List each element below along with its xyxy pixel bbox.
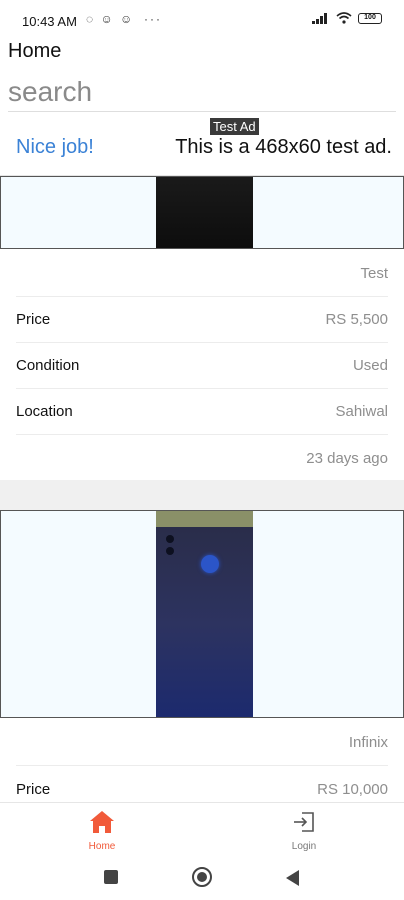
condition-value: Used xyxy=(352,357,388,374)
location-label: Location xyxy=(16,403,73,420)
system-navigation-bar xyxy=(0,858,404,900)
home-icon xyxy=(90,811,114,833)
ad-badge: Test Ad xyxy=(210,118,259,135)
page-title: Home xyxy=(8,40,62,62)
listing-condition-row: Condition Used xyxy=(16,343,388,389)
price-label: Price xyxy=(16,780,51,798)
listing-location-row: Location Sahiwal xyxy=(16,389,388,435)
listing-title-row[interactable]: Test xyxy=(16,251,388,297)
home-button-icon[interactable] xyxy=(192,867,212,887)
more-notifications-icon: ··· xyxy=(144,12,162,26)
back-icon[interactable] xyxy=(286,870,299,886)
login-icon xyxy=(294,812,314,832)
ad-headline[interactable]: Nice job! xyxy=(16,136,94,159)
posted-time: 23 days ago xyxy=(306,449,388,467)
nav-login[interactable]: Login xyxy=(264,807,344,852)
listing-title: Infinix xyxy=(348,734,388,751)
recent-apps-icon[interactable] xyxy=(104,870,118,884)
listing-photo xyxy=(156,511,253,717)
nav-home-label: Home xyxy=(88,841,116,852)
price-label: Price xyxy=(16,311,51,328)
listing-image[interactable] xyxy=(0,510,404,718)
battery-icon: 100 xyxy=(358,12,382,24)
listing-title-row[interactable]: Infinix xyxy=(16,720,388,766)
price-value: RS 5,500 xyxy=(325,311,388,328)
listing-price-row: Price RS 5,500 xyxy=(16,297,388,343)
fingerprint-sensor-icon xyxy=(201,555,219,573)
bottom-navigation: Home Login xyxy=(0,802,404,858)
wifi-icon xyxy=(336,12,352,24)
location-value: Sahiwal xyxy=(335,403,388,420)
listing-photo xyxy=(156,177,253,248)
price-value: RS 10,000 xyxy=(317,780,388,798)
listing-separator xyxy=(0,480,404,510)
condition-label: Condition xyxy=(16,357,80,374)
camera-lens-icon xyxy=(166,535,174,543)
search-input[interactable] xyxy=(8,72,396,112)
camera-lens-icon xyxy=(166,547,174,555)
status-time: 10:43 AM xyxy=(22,14,77,29)
listing-title: Test xyxy=(360,265,388,282)
status-bar: 10:43 AM ◌ ☺ ☺ ··· 100 xyxy=(0,0,404,40)
status-indicators: 100 xyxy=(312,12,382,24)
listing-image[interactable] xyxy=(0,176,404,249)
nav-home[interactable]: Home xyxy=(62,807,142,852)
signal-icon xyxy=(312,13,327,24)
nav-login-label: Login xyxy=(291,841,317,852)
ad-text[interactable]: This is a 468x60 test ad. xyxy=(175,136,392,159)
listing-date-row: 23 days ago xyxy=(16,435,388,481)
notification-icons: ◌ ☺ ☺ xyxy=(86,12,135,26)
